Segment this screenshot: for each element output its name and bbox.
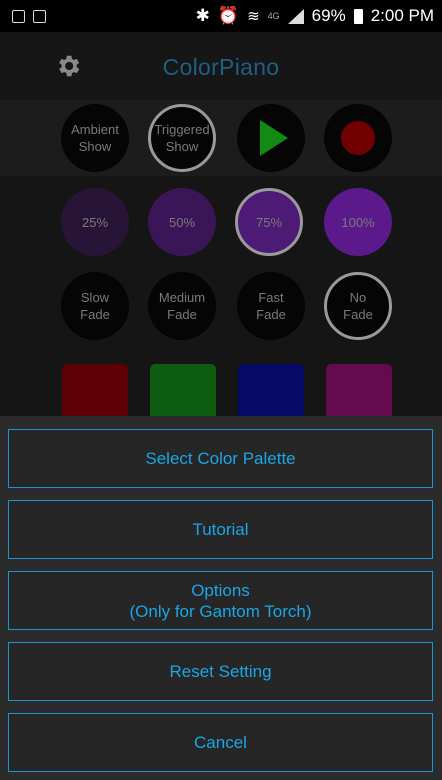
slow-fade-label-1: Slow (80, 290, 110, 305)
battery-icon (353, 8, 363, 24)
reset-setting-button[interactable]: Reset Setting (8, 642, 433, 701)
status-left (12, 9, 46, 23)
options-sublabel: (Only for Gantom Torch) (129, 601, 312, 621)
play-button[interactable] (237, 104, 305, 172)
ambient-show-label-1: Ambient (71, 122, 119, 137)
color-swatch-green[interactable] (150, 364, 216, 420)
triggered-show-button[interactable]: Triggered Show (148, 104, 216, 172)
color-swatch-red[interactable] (62, 364, 128, 420)
triggered-show-label-1: Triggered (154, 122, 210, 137)
color-swatch-blue[interactable] (238, 364, 304, 420)
ambient-show-label-2: Show (78, 139, 112, 154)
tutorial-label: Tutorial (192, 520, 249, 539)
play-icon (260, 120, 288, 156)
app-header: ColorPiano (0, 32, 442, 100)
select-color-palette-button[interactable]: Select Color Palette (8, 429, 433, 488)
medium-fade-label-1: Medium (158, 290, 206, 305)
fast-fade-button[interactable]: Fast Fade (237, 272, 305, 340)
record-button[interactable] (324, 104, 392, 172)
options-menu-sheet: Select Color Palette Tutorial Options (O… (0, 416, 442, 780)
alarm-icon: ⏰ (217, 6, 240, 25)
status-right: ✱ ⏰ ≋ 4G 69% 2:00 PM (196, 6, 434, 26)
medium-fade-label-2: Fade (167, 307, 197, 322)
gallery-icon (12, 9, 25, 23)
options-label: Options (191, 580, 250, 600)
brightness-50-label: 50% (168, 214, 196, 230)
cancel-label: Cancel (194, 733, 247, 752)
select-color-palette-label: Select Color Palette (145, 449, 296, 468)
no-fade-button[interactable]: No Fade (324, 272, 392, 340)
status-bar: ✱ ⏰ ≋ 4G 69% 2:00 PM (0, 0, 442, 32)
brightness-75-label: 75% (255, 214, 283, 230)
slow-fade-button[interactable]: Slow Fade (61, 272, 129, 340)
main-content: Ambient Show Triggered Show 25% 50% 75% 10… (0, 100, 442, 420)
no-fade-label-1: No (349, 290, 367, 305)
fast-fade-label-1: Fast (258, 290, 284, 305)
no-fade-label-2: Fade (343, 307, 373, 322)
brightness-75-button[interactable]: 75% (235, 188, 303, 256)
options-button[interactable]: Options (Only for Gantom Torch) (8, 571, 433, 630)
app-title: ColorPiano (162, 54, 280, 80)
wifi-icon: ≋ (247, 8, 260, 25)
bluetooth-icon: ✱ (195, 6, 210, 25)
image-icon (33, 9, 46, 23)
brightness-25-button[interactable]: 25% (61, 188, 129, 256)
cancel-button[interactable]: Cancel (8, 713, 433, 772)
triggered-show-label-2: Show (165, 139, 199, 154)
tutorial-button[interactable]: Tutorial (8, 500, 433, 559)
brightness-100-button[interactable]: 100% (324, 188, 392, 256)
status-time: 2:00 PM (370, 6, 434, 25)
color-swatch-magenta[interactable] (326, 364, 392, 420)
record-icon (341, 121, 375, 155)
reset-setting-label: Reset Setting (169, 662, 272, 681)
brightness-25-label: 25% (81, 214, 109, 230)
battery-percent: 69% (311, 6, 346, 25)
ambient-show-button[interactable]: Ambient Show (61, 104, 129, 172)
signal-icon (287, 8, 304, 24)
network-label: 4G (267, 11, 280, 21)
brightness-50-button[interactable]: 50% (148, 188, 216, 256)
medium-fade-button[interactable]: Medium Fade (148, 272, 216, 340)
brightness-100-label: 100% (341, 214, 375, 230)
slow-fade-label-2: Fade (80, 307, 110, 322)
fast-fade-label-2: Fade (256, 307, 286, 322)
